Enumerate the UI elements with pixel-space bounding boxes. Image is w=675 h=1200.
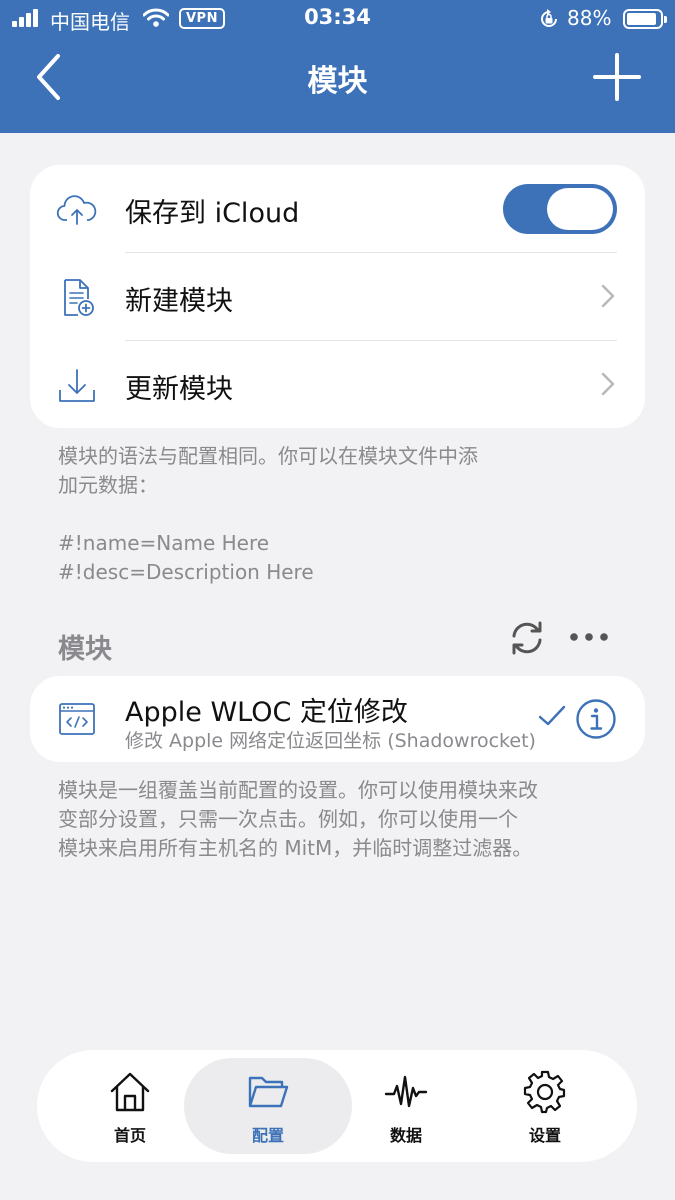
modules-explanation-note: 模块是一组覆盖当前配置的设置。你可以使用模块来改 变部分设置，只需一次点击。例如… [58, 778, 538, 860]
module-description: 修改 Apple 网络定位返回坐标 (Shadowrocket) [125, 730, 536, 752]
refresh-icon[interactable] [508, 619, 546, 657]
tab-settings-label: 设置 [528, 1126, 561, 1145]
add-button[interactable] [592, 52, 642, 102]
navigation-header: 中国电信 VPN 03:34 88% 模块 [0, 0, 675, 133]
update-modules-label: 更新模块 [125, 374, 233, 405]
new-document-icon [64, 279, 94, 316]
tab-home-label: 首页 [113, 1126, 146, 1145]
gear-icon [523, 1070, 566, 1114]
tab-data-label: 数据 [389, 1126, 422, 1145]
folder-icon [248, 1076, 289, 1108]
module-name: Apple WLOC 定位修改 [125, 697, 408, 728]
home-icon [110, 1072, 150, 1112]
tab-home[interactable]: 首页 [55, 1050, 205, 1162]
save-to-icloud-label: 保存到 iCloud [125, 198, 300, 229]
battery-icon [623, 9, 667, 29]
more-icon[interactable] [568, 623, 610, 651]
update-modules-row[interactable]: 更新模块 [30, 341, 645, 429]
rotation-lock-icon [541, 9, 557, 27]
modules-section-title: 模块 [58, 634, 112, 665]
cloud-upload-icon [56, 195, 97, 225]
module-list-item[interactable]: Apple WLOC 定位修改 修改 Apple 网络定位返回坐标 (Shado… [30, 676, 645, 762]
tab-bar: 首页 配置 数据 设置 [37, 1050, 637, 1162]
checkmark-icon [538, 705, 566, 726]
tab-config[interactable]: 配置 [184, 1050, 352, 1162]
tab-data[interactable]: 数据 [331, 1050, 481, 1162]
icloud-toggle[interactable] [503, 184, 617, 234]
page-title: 模块 [307, 64, 368, 99]
info-icon[interactable] [575, 698, 617, 740]
module-syntax-note: 模块的语法与配置相同。你可以在模块文件中添 加元数据： [58, 444, 478, 497]
module-settings-card: 保存到 iCloud 新建模块 更新模块 [30, 165, 645, 428]
tab-settings[interactable]: 设置 [470, 1050, 620, 1162]
chevron-right-icon [601, 372, 615, 396]
status-bar: 中国电信 VPN 03:34 88% [0, 0, 675, 38]
battery-percent: 88% [567, 6, 612, 30]
download-icon [59, 369, 95, 402]
chevron-right-icon [601, 284, 615, 308]
code-window-icon [59, 703, 95, 735]
new-module-label: 新建模块 [125, 286, 233, 317]
new-module-row[interactable]: 新建模块 [30, 253, 645, 341]
tab-config-label: 配置 [251, 1126, 284, 1145]
metadata-example: #!name=Name Here #!desc=Description Here [58, 531, 314, 584]
waveform-icon [384, 1075, 428, 1108]
save-to-icloud-row: 保存到 iCloud [30, 165, 645, 253]
